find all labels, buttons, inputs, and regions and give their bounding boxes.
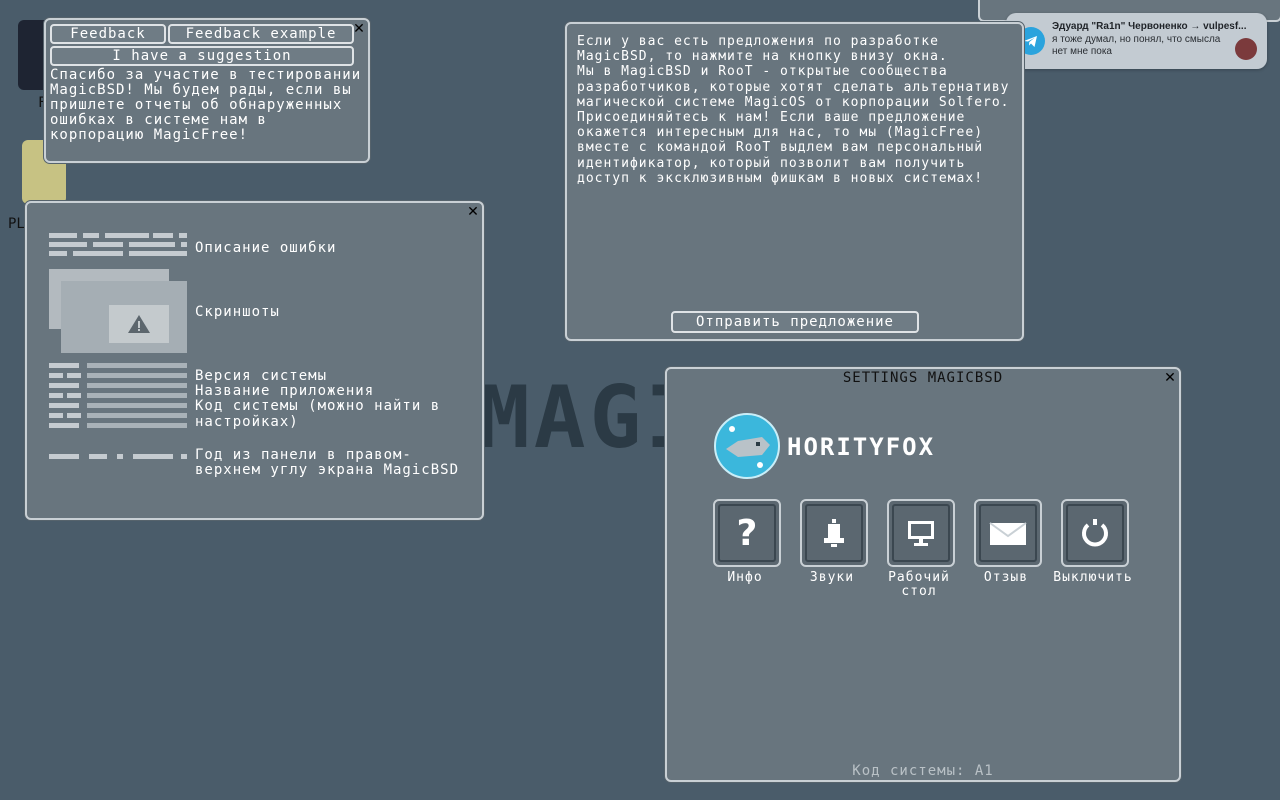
- desktop-button[interactable]: [887, 499, 955, 567]
- shutdown-label: Выключить: [1053, 570, 1133, 585]
- suggestion-text: Если у вас есть предложения по разработк…: [577, 34, 1010, 186]
- username: HORITYFOX: [787, 433, 936, 461]
- settings-window: ✕ SETTINGS MAGICBSD HORITYFOX ? Инфо Зву…: [665, 367, 1181, 782]
- feedback-example-window: ✕ Описание ошибки Скриншоты Версия систе…: [25, 201, 484, 520]
- feedback-window: ✕ Feedback Feedback example I have a sug…: [44, 18, 370, 163]
- example-item-description: Описание ошибки: [195, 240, 337, 256]
- example-item-screenshots: Скриншоты: [195, 304, 280, 320]
- notification-sender: Эдуард "Ra1n" Червоненко → vulpesf...: [1052, 21, 1247, 32]
- example-item-year: Год из панели в правом-верхнем углу экра…: [195, 447, 460, 479]
- settings-title: SETTINGS MAGICBSD: [842, 370, 1004, 386]
- bell-icon: [824, 519, 844, 547]
- close-icon[interactable]: ✕: [466, 205, 480, 219]
- question-icon: ?: [736, 512, 758, 554]
- year-mock-icon: [49, 454, 189, 460]
- monitor-icon: [908, 521, 934, 546]
- suggestion-button[interactable]: I have a suggestion: [50, 46, 354, 66]
- example-item-system-info: Версия системы Название приложения Код с…: [195, 368, 441, 430]
- shutdown-button[interactable]: [1061, 499, 1129, 567]
- close-icon[interactable]: ✕: [352, 22, 366, 36]
- info-button[interactable]: ?: [713, 499, 781, 567]
- send-suggestion-button[interactable]: Отправить предложение: [671, 311, 919, 333]
- envelope-icon: [989, 522, 1027, 545]
- telegram-notification[interactable]: Эдуард "Ra1n" Червоненко → vulpesf... я …: [1006, 13, 1267, 69]
- feedback-button[interactable]: [974, 499, 1042, 567]
- system-info-mock-icon: [49, 363, 189, 433]
- sender-avatar: [1235, 38, 1257, 60]
- system-code: Код системы: A1: [852, 763, 994, 779]
- screenshots-mock-icon: [49, 269, 189, 357]
- description-mock-icon: [49, 233, 189, 257]
- feedback-description: Спасибо за участие в тестировании MagicB…: [50, 67, 371, 143]
- power-icon: [1082, 519, 1108, 547]
- tab-feedback[interactable]: Feedback: [50, 24, 166, 44]
- notification-message: я тоже думал, но понял, что смысла нет м…: [1052, 34, 1221, 57]
- suggestion-window: Если у вас есть предложения по разработк…: [565, 22, 1024, 341]
- sounds-button[interactable]: [800, 499, 868, 567]
- tab-feedback-example[interactable]: Feedback example: [168, 24, 354, 44]
- desktop-app-label-2: PL: [8, 216, 25, 232]
- avatar[interactable]: [714, 413, 780, 479]
